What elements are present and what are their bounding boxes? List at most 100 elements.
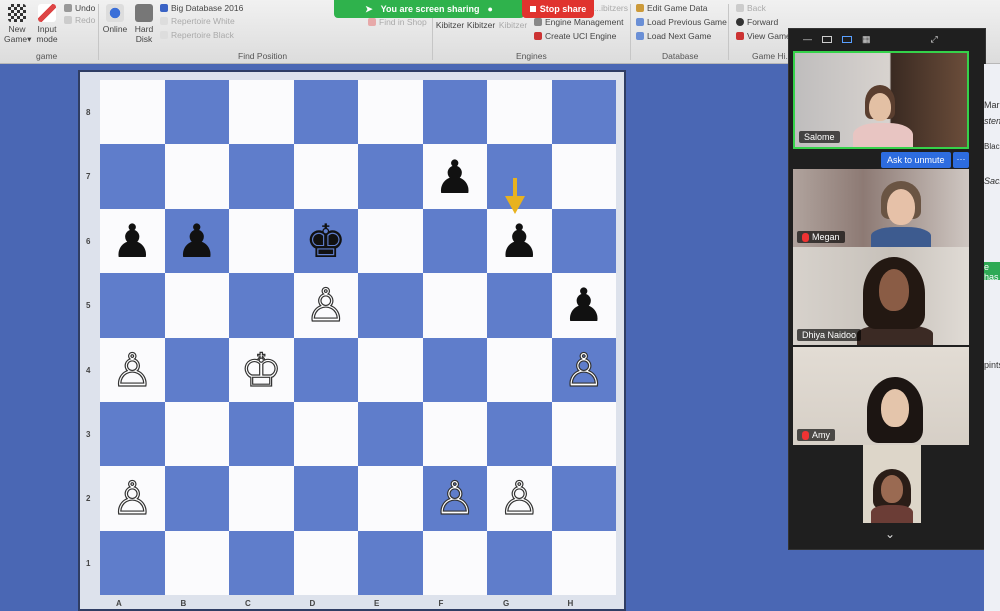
square-b8[interactable]	[164, 80, 229, 145]
square-c4[interactable]: ♔	[229, 337, 294, 402]
square-d1[interactable]	[293, 530, 358, 595]
square-b3[interactable]	[164, 401, 229, 467]
square-f1[interactable]	[422, 530, 487, 595]
black-pawn-icon[interactable]: ♟	[423, 144, 488, 208]
square-b5[interactable]	[164, 273, 229, 338]
new-game-button[interactable]: New Game▾	[4, 4, 31, 44]
chevron-down-icon[interactable]: ⌄	[885, 527, 895, 541]
square-g8[interactable]	[487, 80, 552, 145]
square-c5[interactable]	[229, 273, 294, 338]
ask-to-unmute-button[interactable]: Ask to unmute	[881, 152, 951, 168]
square-f2[interactable]: ♙	[422, 466, 488, 531]
square-g3[interactable]	[487, 401, 552, 467]
square-f3[interactable]	[422, 401, 487, 467]
square-a8[interactable]	[100, 80, 165, 145]
square-g4[interactable]	[487, 337, 552, 402]
square-f5[interactable]	[422, 273, 487, 338]
repertoire-white-item[interactable]: Repertoire White	[160, 16, 235, 26]
white-pawn-icon[interactable]: ♙	[100, 466, 165, 530]
redo-button[interactable]: Redo	[64, 15, 95, 25]
square-a1[interactable]	[100, 530, 165, 595]
square-c3[interactable]	[229, 401, 294, 467]
square-a4[interactable]: ♙	[100, 337, 165, 402]
white-pawn-icon[interactable]: ♙	[100, 338, 165, 402]
square-a6[interactable]: ♟	[100, 208, 165, 274]
load-next-game-item[interactable]: Load Next Game	[636, 31, 711, 41]
square-c7[interactable]	[229, 144, 294, 209]
square-c8[interactable]	[229, 80, 294, 145]
square-e5[interactable]	[358, 273, 423, 338]
video-tile-megan[interactable]: Megan	[793, 169, 969, 247]
square-b4[interactable]	[164, 337, 229, 402]
white-pawn-icon[interactable]: ♙	[294, 273, 359, 337]
view-game-item[interactable]: View Game	[736, 31, 791, 41]
square-d4[interactable]	[293, 337, 358, 402]
black-pawn-icon[interactable]: ♟	[552, 273, 617, 337]
view-single-icon[interactable]	[822, 35, 832, 43]
white-pawn-icon[interactable]: ♙	[487, 466, 552, 530]
repertoire-black-item[interactable]: Repertoire Black	[160, 30, 234, 40]
square-e1[interactable]	[358, 530, 423, 595]
square-g1[interactable]	[487, 530, 552, 595]
square-h8[interactable]	[551, 80, 616, 145]
edit-game-data-item[interactable]: Edit Game Data	[636, 3, 707, 13]
video-tile-salome[interactable]: Salome	[793, 51, 969, 149]
square-e8[interactable]	[358, 80, 423, 145]
square-f6[interactable]	[422, 208, 487, 274]
square-f8[interactable]	[422, 80, 487, 145]
square-e2[interactable]	[358, 466, 423, 531]
create-uci-engine-item[interactable]: Create UCI Engine	[534, 31, 616, 41]
square-c6[interactable]	[229, 208, 294, 274]
square-a3[interactable]	[100, 401, 165, 467]
load-previous-game-item[interactable]: Load Previous Game	[636, 17, 727, 27]
stop-share-button[interactable]: Stop share	[522, 0, 594, 18]
square-h1[interactable]	[551, 530, 616, 595]
square-d3[interactable]	[293, 401, 358, 467]
forward-item[interactable]: Forward	[736, 17, 778, 27]
square-h5[interactable]: ♟	[551, 273, 617, 338]
square-b7[interactable]	[164, 144, 229, 209]
undo-button[interactable]: Undo	[64, 3, 95, 13]
square-b1[interactable]	[164, 530, 229, 595]
find-in-shop-item[interactable]: Find in Shop	[368, 17, 427, 27]
engine-management-item[interactable]: Engine Management	[534, 17, 623, 27]
square-h3[interactable]	[551, 401, 616, 467]
square-a2[interactable]: ♙	[100, 466, 165, 531]
square-c2[interactable]	[229, 466, 294, 531]
big-database-item[interactable]: Big Database 2016	[160, 3, 243, 13]
square-d8[interactable]	[293, 80, 358, 145]
video-tile-self[interactable]	[863, 445, 921, 523]
square-d6[interactable]: ♚	[293, 208, 359, 274]
white-pawn-icon[interactable]: ♙	[552, 338, 617, 402]
chess-board[interactable]: ♟ ♟ ♟ ♚ ♟ ♙ ♟ ♙ ♔ ♙ ♙ ♙ ♙	[100, 80, 616, 595]
square-f7[interactable]: ♟	[422, 144, 488, 209]
square-d2[interactable]	[293, 466, 358, 531]
square-g5[interactable]	[487, 273, 552, 338]
square-e3[interactable]	[358, 401, 423, 467]
gallery-grid-icon[interactable]: ▦	[862, 34, 871, 45]
expand-icon[interactable]: ⤢	[931, 34, 938, 45]
square-h4[interactable]: ♙	[551, 337, 617, 402]
square-h7[interactable]	[551, 144, 616, 209]
square-a5[interactable]	[100, 273, 165, 338]
square-b6[interactable]: ♟	[164, 208, 230, 274]
white-pawn-icon[interactable]: ♙	[423, 466, 488, 530]
black-king-icon[interactable]: ♚	[294, 209, 359, 273]
white-king-icon[interactable]: ♔	[229, 338, 294, 402]
black-pawn-icon[interactable]: ♟	[100, 209, 165, 273]
square-g2[interactable]: ♙	[487, 466, 552, 531]
square-b2[interactable]	[164, 466, 229, 531]
black-pawn-icon[interactable]: ♟	[165, 209, 230, 273]
more-options-button[interactable]: ···	[953, 152, 969, 168]
view-strip-icon[interactable]	[842, 35, 852, 43]
square-e7[interactable]	[358, 144, 423, 209]
square-f4[interactable]	[422, 337, 487, 402]
online-button[interactable]: Online	[100, 4, 130, 34]
input-mode-button[interactable]: Input mode	[32, 4, 62, 44]
square-h6[interactable]	[551, 208, 616, 274]
video-tile-amy[interactable]: Amy	[793, 347, 969, 445]
square-e4[interactable]	[358, 337, 423, 402]
square-a7[interactable]	[100, 144, 165, 209]
kibitzers-item[interactable]: ...ibitzers	[594, 3, 628, 13]
square-e6[interactable]	[358, 208, 423, 274]
